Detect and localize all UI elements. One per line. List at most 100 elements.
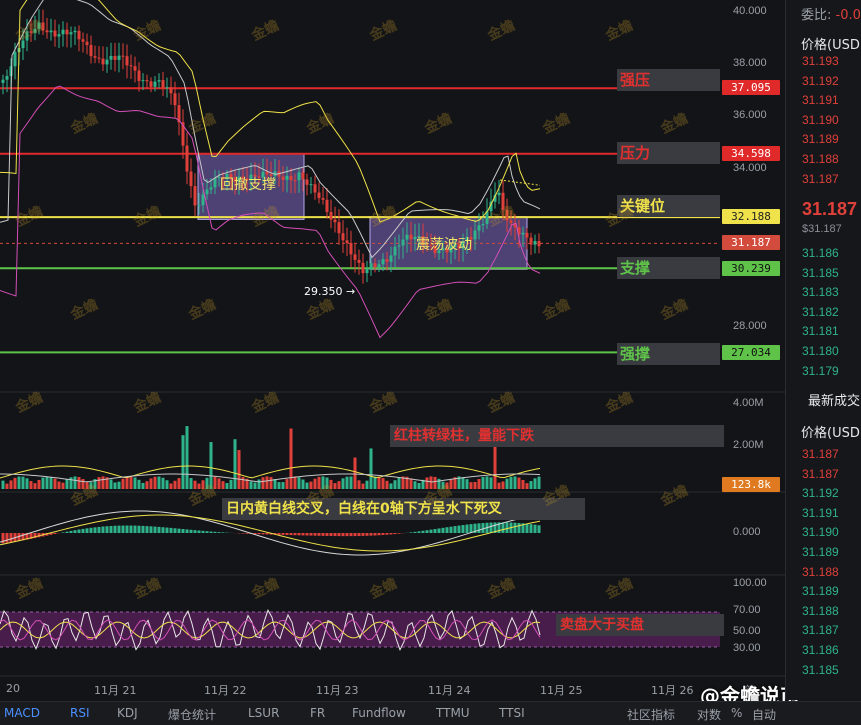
tab-rsi[interactable]: RSI xyxy=(70,706,90,720)
candle-body xyxy=(382,259,385,264)
volume-bar xyxy=(194,481,197,489)
volume-bar xyxy=(222,481,225,489)
candle-body xyxy=(354,254,357,260)
volume-bar xyxy=(114,482,117,489)
volume-bar xyxy=(318,477,321,489)
volume-bar xyxy=(526,483,529,489)
candle-body xyxy=(186,146,189,172)
volume-bar xyxy=(490,477,493,489)
order-book-price: 31.185 xyxy=(802,266,839,280)
macd-histogram-bar xyxy=(242,533,245,534)
bottom-option-0[interactable]: 社区指标 xyxy=(627,706,675,723)
tab-fundflow[interactable]: Fundflow xyxy=(352,706,406,720)
candle-body xyxy=(90,45,93,56)
tab-kdj[interactable]: KDJ xyxy=(117,706,138,720)
ytick-40: 40.000 xyxy=(733,5,767,17)
candle-body xyxy=(294,180,297,181)
note-rsi: 卖盘大于买盘 xyxy=(556,614,724,636)
volume-bar xyxy=(394,480,397,489)
volume-bar xyxy=(122,479,125,489)
candle-body xyxy=(482,224,485,225)
volume-bar xyxy=(374,477,377,489)
macd-histogram-bar xyxy=(362,533,365,536)
bottom-option-2[interactable]: % xyxy=(731,706,742,720)
candle-body xyxy=(74,31,77,32)
rsi-tick-100: 100.00 xyxy=(733,577,767,589)
macd-histogram-bar xyxy=(98,527,101,533)
volume-bar xyxy=(206,478,209,489)
volume-bar xyxy=(250,482,253,489)
macd-histogram-bar xyxy=(222,532,225,533)
macd-histogram-bar xyxy=(114,526,117,533)
level-label-strong-resistance: 强压 xyxy=(617,69,720,91)
volume-bar xyxy=(354,457,357,489)
macd-histogram-bar xyxy=(194,530,197,533)
box-label-range: 震荡波动 xyxy=(416,234,472,254)
candle-body xyxy=(362,263,365,273)
tab-ttsi[interactable]: TTSI xyxy=(499,706,525,720)
volume-bar xyxy=(294,476,297,489)
volume-bar xyxy=(314,479,317,489)
macd-histogram-bar xyxy=(382,533,385,535)
candle-body xyxy=(46,30,49,32)
volume-bar xyxy=(46,476,49,489)
volume-bar xyxy=(38,480,41,489)
volume-bar xyxy=(202,480,205,489)
macd-histogram-bar xyxy=(478,523,481,533)
candle-body xyxy=(390,256,393,262)
trade-price: 31.187 xyxy=(802,623,839,637)
macd-histogram-bar xyxy=(122,526,125,533)
macd-histogram-bar xyxy=(322,533,325,536)
macd-histogram-bar xyxy=(82,529,85,533)
bottom-option-1[interactable]: 对数 xyxy=(697,706,721,723)
box-label-pullback: 回撤支撑 xyxy=(220,174,276,194)
candle-body xyxy=(290,176,293,180)
macd-histogram-bar xyxy=(446,527,449,533)
volume-bar xyxy=(414,481,417,489)
volume-bar xyxy=(338,481,341,489)
order-book-price: 31.188 xyxy=(802,152,839,166)
candle-body xyxy=(106,60,109,65)
macd-histogram-bar xyxy=(338,533,341,536)
tab-ttmu[interactable]: TTMU xyxy=(436,706,470,720)
macd-histogram-bar xyxy=(178,529,181,533)
tab-爆仓统计[interactable]: 爆仓统计 xyxy=(168,706,216,723)
volume-bar xyxy=(482,477,485,489)
volume-bar xyxy=(378,477,381,489)
candle-body xyxy=(358,260,361,263)
volume-bar xyxy=(74,476,77,489)
candle-body xyxy=(54,31,57,37)
candle-body xyxy=(502,193,505,210)
macd-histogram-bar xyxy=(182,529,185,533)
candle-body xyxy=(142,80,145,81)
macd-histogram-bar xyxy=(54,533,57,534)
tab-macd[interactable]: MACD xyxy=(4,706,40,720)
macd-histogram-bar xyxy=(190,530,193,533)
volume-bar xyxy=(514,476,517,489)
macd-histogram-bar xyxy=(290,533,293,535)
macd-histogram-bar xyxy=(434,529,437,533)
bottom-option-3[interactable]: 自动 xyxy=(752,706,776,723)
volume-bar xyxy=(498,483,501,489)
tab-fr[interactable]: FR xyxy=(310,706,325,720)
macd-histogram-bar xyxy=(246,533,249,534)
volume-bar xyxy=(98,477,101,489)
volume-bar xyxy=(14,478,17,489)
date-axis: 20 11月 21 11月 22 11月 23 11月 24 11月 25 11… xyxy=(0,677,785,700)
volume-bar xyxy=(66,480,69,489)
ytick-28: 28.000 xyxy=(733,320,767,332)
candle-body xyxy=(342,233,345,240)
macd-histogram-bar xyxy=(134,526,137,533)
tab-lsur[interactable]: LSUR xyxy=(248,706,279,720)
volume-bar xyxy=(466,479,469,489)
volume-bar xyxy=(442,482,445,489)
macd-histogram-bar xyxy=(6,533,9,543)
macd-histogram-bar xyxy=(326,533,329,536)
volume-bar xyxy=(534,478,537,489)
trade-price: 31.189 xyxy=(802,584,839,598)
candle-body xyxy=(70,32,73,34)
volume-bar xyxy=(234,439,237,489)
macd-histogram-bar xyxy=(358,533,361,536)
macd-histogram-bar xyxy=(162,527,165,533)
volume-bar xyxy=(258,479,261,489)
